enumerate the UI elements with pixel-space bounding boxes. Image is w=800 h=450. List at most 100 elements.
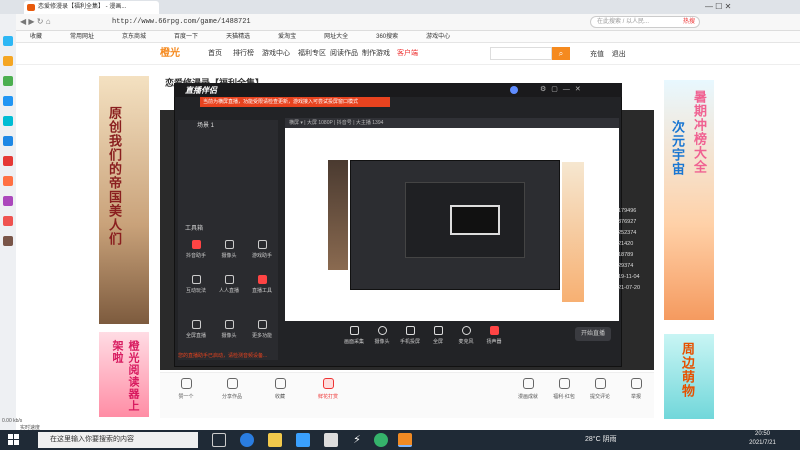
tool-fullscreen-live[interactable]: 全屏直播 — [181, 320, 211, 339]
start-live-button[interactable]: 开始直播 — [575, 327, 611, 341]
sidebar-app-icon[interactable] — [3, 36, 13, 46]
nav-item-home[interactable]: 首页 — [208, 49, 222, 59]
nav-buttons[interactable]: ◀ ▶ ↻ ⌂ — [20, 17, 100, 28]
bookmark-item[interactable]: 网址大全 — [324, 31, 348, 43]
taskbar-search-placeholder: 在这里输入你要搜索的内容 — [50, 436, 134, 443]
sidebar-app-icon[interactable] — [3, 96, 13, 106]
sidebar-app-icon[interactable] — [3, 76, 13, 86]
refresh-icon[interactable]: ↻ — [37, 17, 44, 26]
stat-value: 179496 — [618, 208, 637, 214]
sidebar-app-icon[interactable] — [3, 116, 13, 126]
forward-icon[interactable]: ▶ — [28, 17, 34, 26]
bookmark-item[interactable]: 收藏 — [30, 31, 42, 43]
share-button[interactable]: 分享作品 — [214, 378, 250, 400]
phone-icon — [405, 326, 415, 335]
site-logo[interactable]: 橙光 — [160, 47, 200, 61]
camera-icon — [377, 326, 387, 335]
file-explorer-icon[interactable] — [268, 433, 282, 447]
sidebar-app-icon[interactable] — [3, 216, 13, 226]
clock-time: 20:50 — [754, 431, 770, 437]
tool-douyin-assistant[interactable]: 抖音助手 — [181, 240, 211, 259]
tool-more[interactable]: 更多功能 — [247, 320, 277, 339]
taskbar-search-input[interactable]: 在这里输入你要搜索的内容 — [38, 432, 198, 448]
bookmark-item[interactable]: 京东商城 — [122, 31, 146, 43]
tool-interactive[interactable]: 互动玩法 — [181, 275, 211, 294]
sidebar-app-icon[interactable] — [3, 156, 13, 166]
live-status-note: 您的直播助手已启动，请检测音频设备... — [178, 353, 268, 359]
window-controls[interactable]: — ☐ ✕ — [705, 2, 731, 11]
lightning-app-icon[interactable]: ⚡ — [350, 433, 364, 447]
site-favicon-icon — [27, 4, 35, 11]
live-warning-banner: 当前为横屏直播，功能受限请检查更新，游戏接入可尝试投屏窗口模式 — [200, 97, 390, 107]
nav-item-games[interactable]: 游戏中心 — [262, 49, 290, 59]
like-button[interactable]: 赞一个 — [168, 378, 204, 400]
sidebar-app-icon[interactable] — [3, 176, 13, 186]
url-field[interactable]: http://www.66rpg.com/game/1488721 — [112, 17, 512, 28]
people-icon — [224, 275, 234, 284]
back-icon[interactable]: ◀ — [20, 17, 26, 26]
right-banner2-text: 周边萌物 — [680, 342, 695, 398]
achievement-button[interactable]: 漫画成就 — [510, 378, 546, 400]
fullscreen-button[interactable]: 全屏 — [424, 326, 452, 345]
bookmark-item[interactable]: 百度一下 — [174, 31, 198, 43]
interactive-icon — [191, 275, 201, 284]
bookmark-item[interactable]: 常用网址 — [70, 31, 94, 43]
tool-live-tools[interactable]: 直播工具 — [247, 275, 277, 294]
right-ad-banner-merch[interactable]: 周边萌物 — [664, 334, 714, 419]
flower-reward-button[interactable]: 鲜花打赏 — [310, 378, 346, 400]
browser-search-input[interactable]: 在此搜索 / 以人民... 热搜 — [590, 16, 700, 28]
recharge-link[interactable]: 充值 — [590, 51, 604, 58]
browser-360-icon[interactable] — [374, 433, 388, 447]
bookmark-item[interactable]: 天猫精选 — [226, 31, 250, 43]
bookmark-item[interactable]: 游戏中心 — [426, 31, 450, 43]
mail-icon[interactable] — [296, 433, 310, 447]
store-icon[interactable] — [324, 433, 338, 447]
logout-link[interactable]: 退出 — [612, 51, 626, 58]
nav-item-welfare[interactable]: 福利专区 — [298, 49, 326, 59]
site-search-button[interactable]: ⌕ — [552, 47, 570, 60]
nav-item-ranking[interactable]: 排行榜 — [233, 49, 254, 59]
capture-screen-button[interactable]: 画面采集 — [340, 326, 368, 345]
nav-item-create[interactable]: 制作游戏 — [362, 49, 390, 59]
avatar[interactable] — [510, 86, 518, 94]
tool-game-assistant[interactable]: 游戏助手 — [247, 240, 277, 259]
home-icon[interactable]: ⌂ — [46, 17, 51, 26]
taskbar-clock[interactable]: 20:50 2021/7/21 — [735, 430, 790, 448]
edge-browser-icon[interactable] — [240, 433, 254, 447]
bookmark-item[interactable]: 爱淘宝 — [278, 31, 296, 43]
phone-cast-button[interactable]: 手机投屏 — [396, 326, 424, 345]
nav-item-reading[interactable]: 阅读作品 — [330, 49, 358, 59]
left-ad-banner-reader[interactable]: 橙光阅读器上架啦 — [99, 332, 149, 417]
windows-start-button[interactable] — [8, 434, 20, 446]
preview-toolbar[interactable]: 横屏 ▾ | 大屏 1080P | 抖音号 | 大主播 1394 — [285, 118, 619, 128]
camera-button[interactable]: 摄像头 — [368, 326, 396, 345]
browser-tab[interactable]: 恋爱修漫录【福利全集】 - 漫画... — [24, 1, 159, 14]
tool-camera-2[interactable]: 摄像头 — [214, 320, 244, 339]
sidebar-app-icon[interactable] — [3, 196, 13, 206]
red-packet-button[interactable]: 福利·红包 — [546, 378, 582, 400]
sidebar-app-icon[interactable] — [3, 236, 13, 246]
tool-people-live[interactable]: 人人直播 — [214, 275, 244, 294]
task-view-icon[interactable] — [212, 433, 226, 447]
star-icon — [274, 378, 286, 389]
hot-search-badge[interactable]: 热搜 — [683, 17, 695, 27]
favorite-button[interactable]: 收藏 — [262, 378, 298, 400]
active-app-icon[interactable] — [398, 433, 412, 447]
sidebar-app-icon[interactable] — [3, 56, 13, 66]
report-button[interactable]: 举报 — [618, 378, 654, 400]
tool-camera[interactable]: 摄像头 — [214, 240, 244, 259]
bookmarks-bar: 收藏 常用网址 京东商城 百度一下 天猫精选 爱淘宝 网址大全 360搜索 游戏中心 — [0, 31, 800, 43]
sidebar-app-icon[interactable] — [3, 136, 13, 146]
game-stats-column: 179496 376927 252374 21420 18789 29374 1… — [618, 208, 658, 296]
live-window-controls[interactable]: ⚙▢—✕ — [540, 85, 586, 93]
left-ad-banner[interactable]: 原创我们的帝国美人们 — [99, 76, 149, 324]
scene-label[interactable]: 场景 1 — [197, 120, 214, 129]
nav-item-client[interactable]: 客户端 — [397, 49, 418, 59]
site-search-input[interactable] — [490, 47, 552, 60]
microphone-button[interactable]: 麦克风 — [452, 326, 480, 345]
right-ad-banner[interactable]: 暑期冲榜大全 次元宇宙 — [664, 80, 714, 320]
speaker-button[interactable]: 扬声器 — [480, 326, 508, 345]
bookmark-item[interactable]: 360搜索 — [376, 31, 398, 43]
weather-widget[interactable]: 28°C 阴雨 — [585, 434, 617, 444]
comment-button[interactable]: 提交评论 — [582, 378, 618, 400]
